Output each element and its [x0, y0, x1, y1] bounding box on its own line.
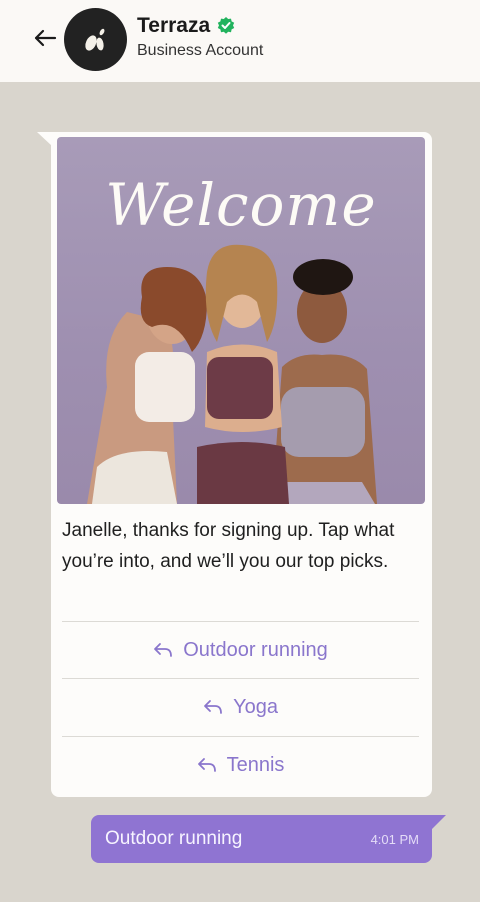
reply-arrow-icon — [154, 643, 173, 657]
business-name: Terraza — [137, 14, 211, 37]
quick-reply-label: Outdoor running — [183, 638, 328, 661]
received-message-bubble: Welcome Janelle, thanks for signing up. … — [51, 132, 432, 797]
models-illustration — [87, 244, 377, 504]
quick-reply-yoga[interactable]: Yoga — [62, 679, 419, 735]
back-arrow-icon — [34, 29, 57, 47]
back-button[interactable] — [30, 24, 60, 52]
welcome-image[interactable]: Welcome — [57, 137, 425, 504]
message-body: Janelle, thanks for signing up. Tap what… — [62, 520, 395, 572]
quick-reply-outdoor-running[interactable]: Outdoor running — [62, 622, 419, 678]
quick-reply-label: Tennis — [226, 753, 285, 776]
sent-message-bubble[interactable]: Outdoor running 4:01 PM — [91, 815, 432, 863]
sent-message-text: Outdoor running — [105, 828, 243, 849]
reply-arrow-icon — [197, 758, 216, 772]
sent-bubble-tail — [432, 815, 446, 829]
reply-arrow-icon — [204, 700, 222, 714]
received-bubble-tail — [37, 132, 52, 146]
business-avatar[interactable] — [64, 8, 127, 71]
header-title-block[interactable]: Terraza Business Account — [137, 14, 263, 60]
leaf-logo-icon — [84, 28, 104, 51]
sent-message-time: 4:01 PM — [370, 832, 419, 847]
verified-badge-icon — [217, 17, 235, 34]
business-subtitle: Business Account — [137, 42, 264, 59]
quick-reply-label: Yoga — [233, 695, 278, 718]
quick-reply-tennis[interactable]: Tennis — [62, 737, 419, 793]
chat-header: Terraza Business Account — [0, 0, 480, 82]
